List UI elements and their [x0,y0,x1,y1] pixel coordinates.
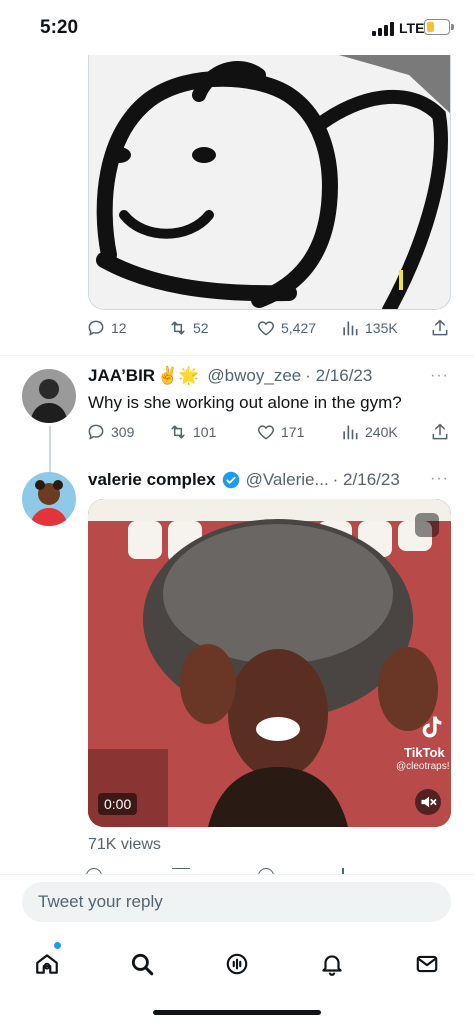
analytics-icon [343,321,358,336]
home-icon [36,954,58,974]
captions-icon[interactable] [415,513,439,537]
cellular-signal-icon [372,22,396,36]
home-notification-dot [54,942,61,949]
mute-icon[interactable] [415,789,441,815]
tweet-image[interactable] [88,55,451,310]
nav-notifications-button[interactable] [312,944,352,984]
share-button[interactable] [430,422,450,442]
heart-icon [257,425,275,440]
main-tweet-header: valerie complex @Valerie... · 2/16/23 [88,470,400,490]
user-handle[interactable]: @Valerie... [246,470,329,490]
retweet-button[interactable]: 52 [168,318,209,338]
tweet-date: · 2/16/23 [305,366,373,385]
nav-search-button[interactable] [122,944,162,984]
avatar[interactable] [22,369,76,423]
share-icon [432,423,448,440]
views-button[interactable]: 135K [340,318,398,338]
more-options-icon[interactable]: ··· [430,470,449,488]
spaces-icon [226,953,248,975]
search-icon [131,953,154,976]
reply-button[interactable]: 12 [86,318,127,338]
video-frame [88,499,451,827]
status-time: 5:20 [40,17,79,38]
tweet-date: · 2/16/23 [332,470,400,489]
battery-icon [424,19,454,35]
reply-icon [88,424,104,440]
reply-icon [88,320,104,336]
display-name[interactable]: JAA’BIR [88,366,155,386]
nav-home-button[interactable] [27,944,67,984]
heart-icon [257,321,275,336]
views-count: 71K views [88,836,161,853]
status-bar: 5:20 LTE [0,0,474,56]
name-emoji: ✌️🌟 [157,366,200,385]
reply-button[interactable]: 309 [86,422,134,442]
user-avatar-illustration [22,472,76,526]
like-button[interactable]: 171 [256,422,304,442]
nav-messages-button[interactable] [407,944,447,984]
user-avatar-photo [22,369,76,423]
tweet-divider [0,355,474,356]
nav-spaces-button[interactable] [217,944,257,984]
messages-icon [416,955,438,973]
network-type: LTE [399,20,425,36]
notifications-icon [322,955,342,976]
views-button[interactable]: 240K [340,422,398,442]
video-timestamp: 0:00 [98,793,138,815]
top-tweet-actions: 12 52 5,427 135K [86,318,454,342]
verified-badge-icon [222,471,240,489]
tweet-text: Why is she working out alone in the gym? [88,393,402,412]
retweet-icon [171,321,185,335]
tweet-reply-input[interactable] [22,882,451,922]
share-button[interactable] [430,318,450,338]
retweet-icon [171,425,185,439]
smiley-face-drawing-icon [89,55,450,309]
user-handle[interactable]: @bwoy_zee [207,366,301,386]
like-button[interactable]: 5,427 [256,318,316,338]
tiktok-logo-icon [422,716,442,738]
retweet-button[interactable]: 101 [168,422,216,442]
avatar[interactable] [22,472,76,526]
share-icon [432,319,448,336]
home-indicator[interactable] [153,1010,321,1015]
display-name[interactable]: valerie complex [88,470,216,490]
reply-tweet-actions: 309 101 171 240K [86,422,454,446]
more-options-icon[interactable]: ··· [430,367,449,385]
thread-connector [49,426,51,472]
tweet-video[interactable]: TikTok @cleotraps! 0:00 [88,499,451,827]
reply-tweet-header: JAA’BIR ✌️🌟 @bwoy_zee · 2/16/23 [88,366,372,386]
tiktok-watermark: TikTok [404,745,445,760]
analytics-icon [343,425,358,440]
tiktok-handle: @cleotraps! [396,761,450,772]
